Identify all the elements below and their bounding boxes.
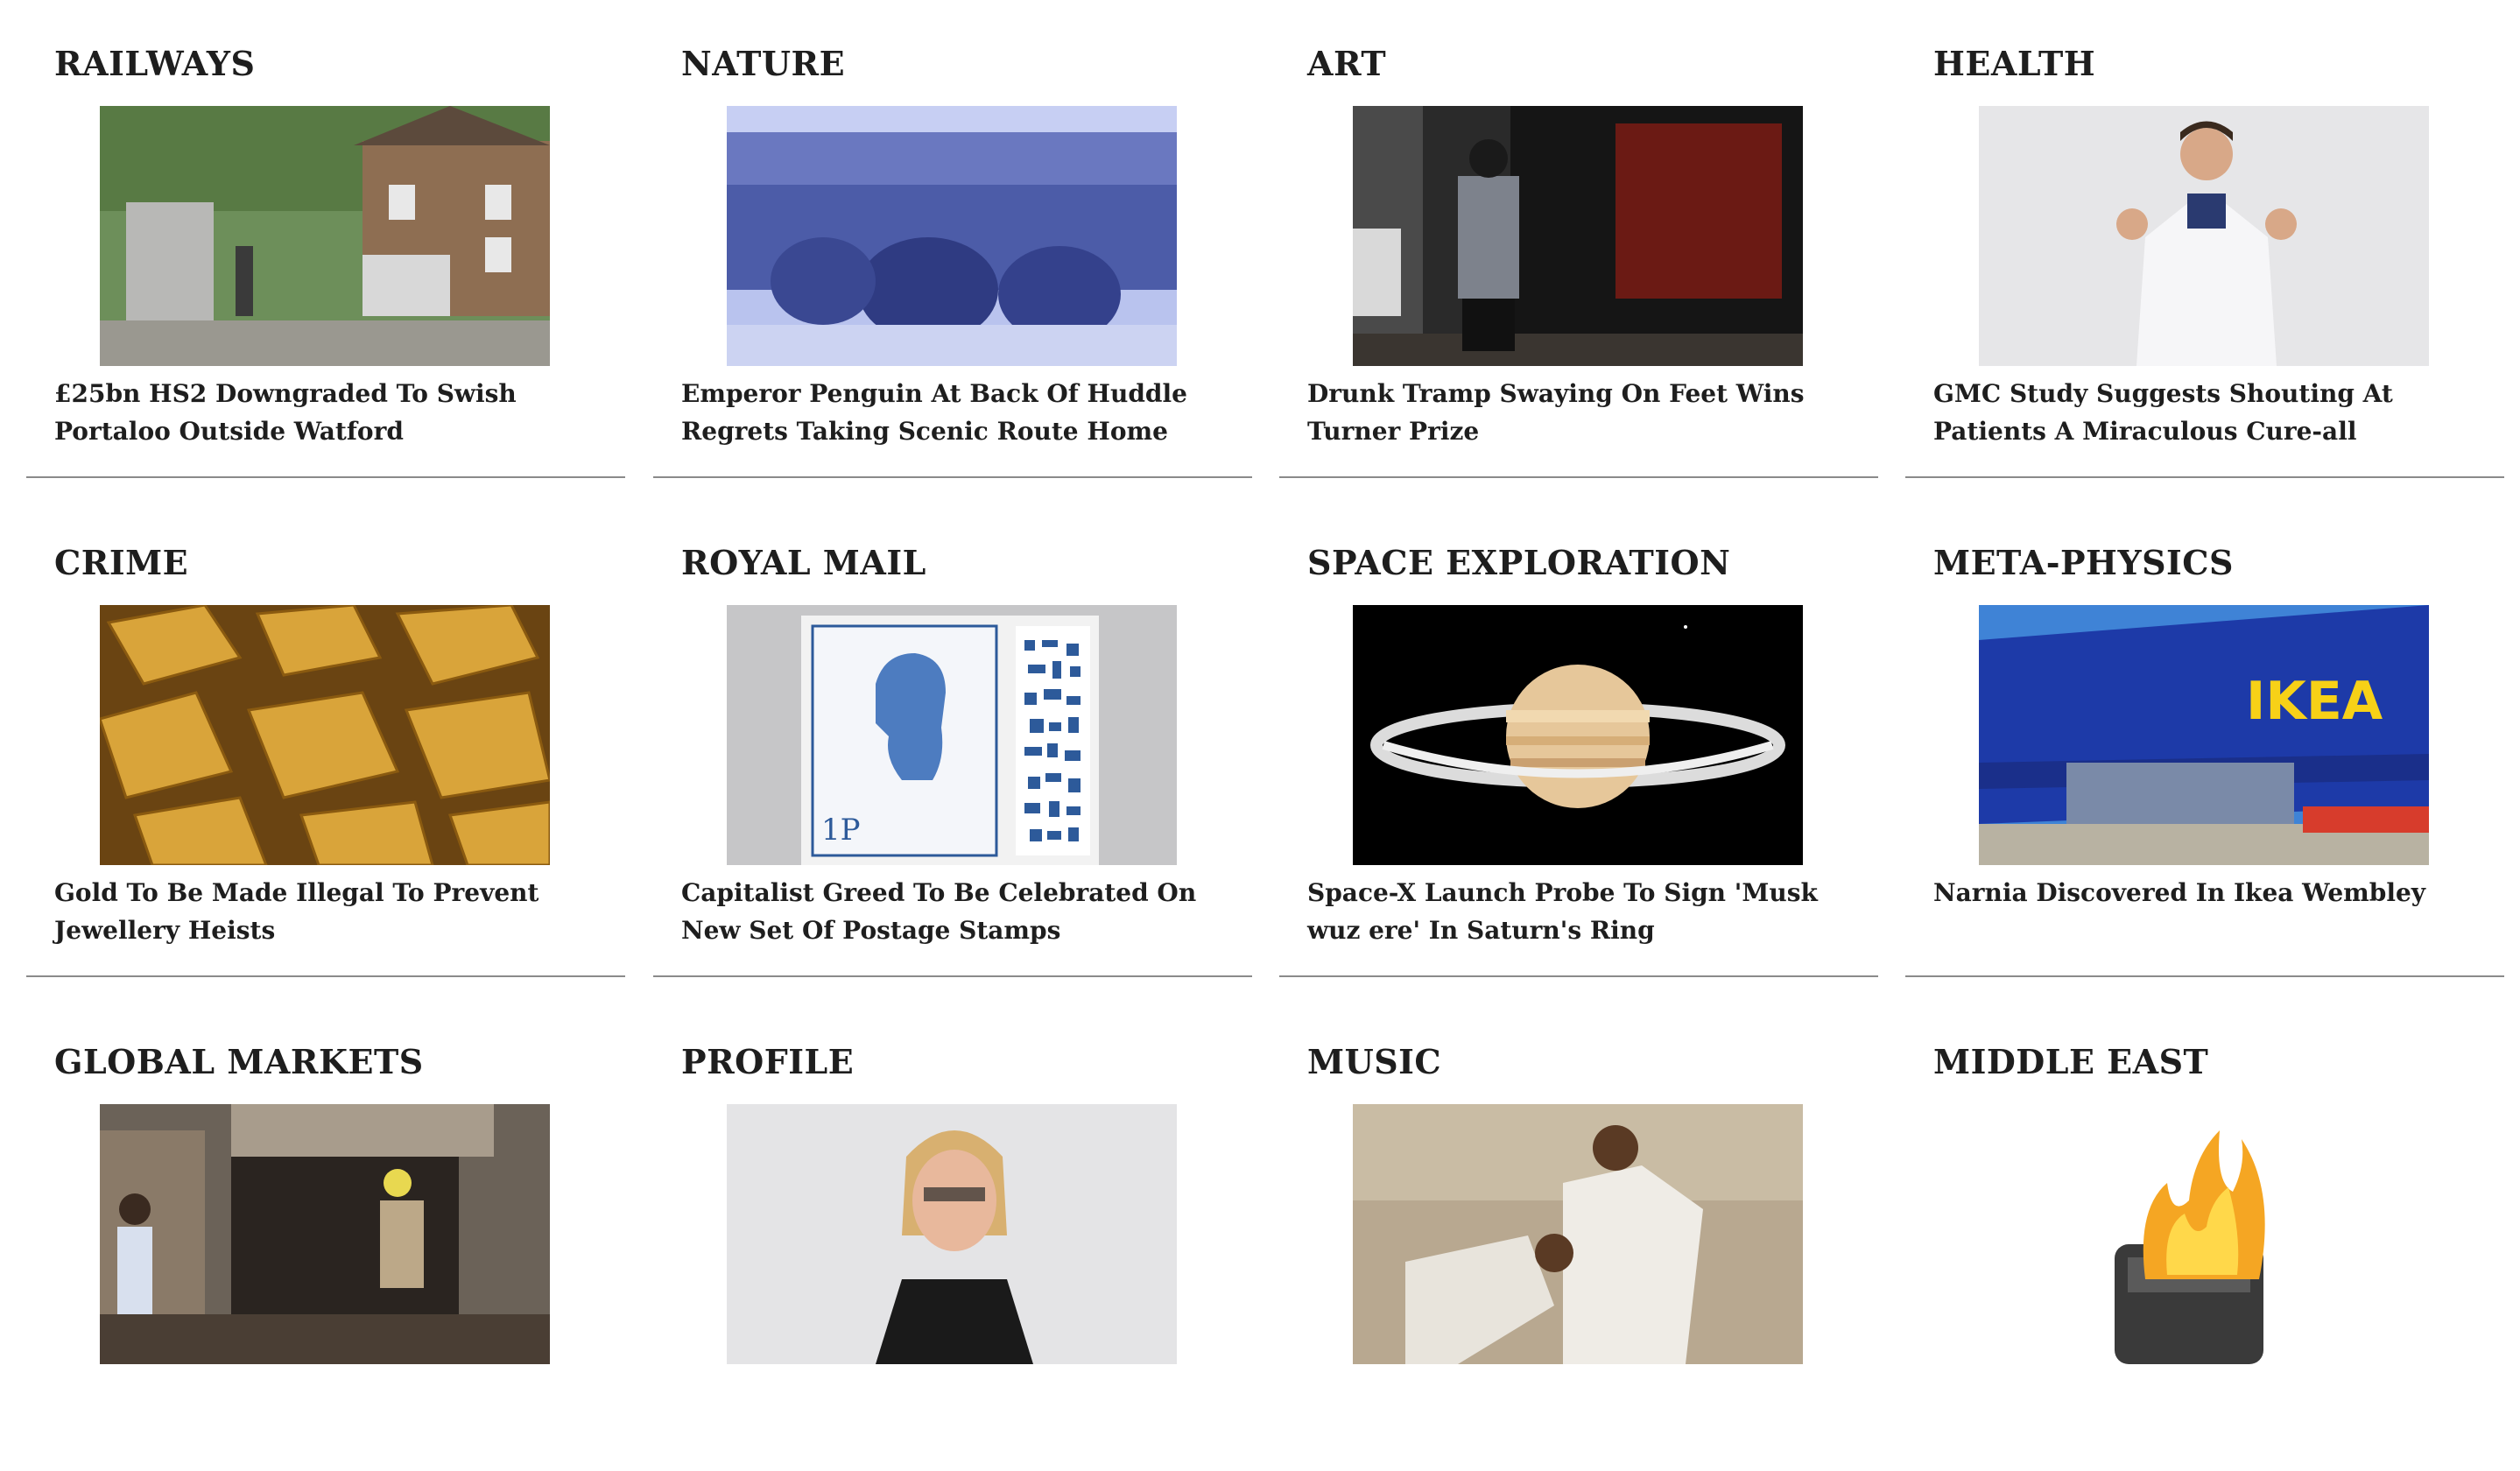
- headline-link[interactable]: GMC Study Suggests Shouting At Patients …: [1933, 375, 2494, 450]
- article-card[interactable]: META-PHYSICS IKEA Narnia Discovered In I…: [1905, 499, 2504, 977]
- article-image[interactable]: [1353, 106, 1803, 366]
- article-image[interactable]: [100, 1104, 550, 1364]
- divider: [1279, 975, 1878, 977]
- divider: [26, 975, 625, 977]
- article-image[interactable]: [727, 1104, 1177, 1364]
- article-image[interactable]: [1353, 1104, 1803, 1364]
- category-label[interactable]: NATURE: [681, 44, 845, 83]
- headline-link[interactable]: Capitalist Greed To Be Celebrated On New…: [681, 874, 1242, 949]
- divider: [653, 476, 1252, 478]
- headline-link[interactable]: Emperor Penguin At Back Of Huddle Regret…: [681, 375, 1242, 450]
- category-label[interactable]: CRIME: [54, 543, 188, 582]
- article-card[interactable]: MIDDLE EAST: [1905, 998, 2504, 1471]
- divider: [26, 476, 625, 478]
- article-image[interactable]: [727, 106, 1177, 366]
- category-label[interactable]: ROYAL MAIL: [681, 543, 926, 582]
- article-card[interactable]: ROYAL MAIL 1P Capitalist Greed To Be Cel…: [653, 499, 1252, 977]
- article-card[interactable]: MUSIC: [1279, 998, 1878, 1471]
- category-label[interactable]: HEALTH: [1933, 44, 2095, 83]
- category-label[interactable]: GLOBAL MARKETS: [54, 1042, 424, 1081]
- article-image[interactable]: [100, 605, 550, 865]
- article-card[interactable]: CRIME Gold To Be Made Illegal To Prevent…: [26, 499, 625, 977]
- article-card[interactable]: GLOBAL MARKETS: [26, 998, 625, 1471]
- article-image[interactable]: IKEA: [1979, 605, 2429, 865]
- article-image[interactable]: [100, 106, 550, 366]
- article-card[interactable]: RAILWAYS £25bn HS2 Downgraded To Swish P…: [26, 0, 625, 478]
- divider: [653, 975, 1252, 977]
- divider: [1905, 975, 2504, 977]
- category-label[interactable]: RAILWAYS: [54, 44, 255, 83]
- category-label[interactable]: MIDDLE EAST: [1933, 1042, 2208, 1081]
- divider: [1905, 476, 2504, 478]
- headline-link[interactable]: Drunk Tramp Swaying On Feet Wins Turner …: [1307, 375, 1868, 450]
- store-sign-label: IKEA: [2246, 671, 2383, 732]
- article-image[interactable]: [1979, 1104, 2429, 1364]
- category-label[interactable]: MUSIC: [1307, 1042, 1441, 1081]
- article-image[interactable]: 1P: [727, 605, 1177, 865]
- article-image[interactable]: [1353, 605, 1803, 865]
- article-card[interactable]: HEALTH GMC Study Suggests Shouting At Pa…: [1905, 0, 2504, 478]
- headline-link[interactable]: Gold To Be Made Illegal To Prevent Jewel…: [54, 874, 615, 949]
- headline-link[interactable]: Narnia Discovered In Ikea Wembley: [1933, 874, 2494, 911]
- category-label[interactable]: SPACE EXPLORATION: [1307, 543, 1730, 582]
- category-label[interactable]: PROFILE: [681, 1042, 854, 1081]
- article-card[interactable]: SPACE EXPLORATION Space-X Launch Probe T…: [1279, 499, 1878, 977]
- headline-link[interactable]: Space-X Launch Probe To Sign 'Musk wuz e…: [1307, 874, 1868, 949]
- headline-link[interactable]: £25bn HS2 Downgraded To Swish Portaloo O…: [54, 375, 615, 450]
- category-label[interactable]: ART: [1307, 44, 1386, 83]
- article-card[interactable]: ART Drunk Tramp Swaying On Feet Wins Tur…: [1279, 0, 1878, 478]
- article-image[interactable]: [1979, 106, 2429, 366]
- article-card[interactable]: PROFILE: [653, 998, 1252, 1471]
- divider: [1279, 476, 1878, 478]
- stamp-value-label: 1P: [821, 813, 861, 848]
- article-grid: RAILWAYS £25bn HS2 Downgraded To Swish P…: [0, 0, 2520, 1364]
- article-card[interactable]: NATURE Emperor Penguin At Back Of Huddle…: [653, 0, 1252, 478]
- category-label[interactable]: META-PHYSICS: [1933, 543, 2234, 582]
